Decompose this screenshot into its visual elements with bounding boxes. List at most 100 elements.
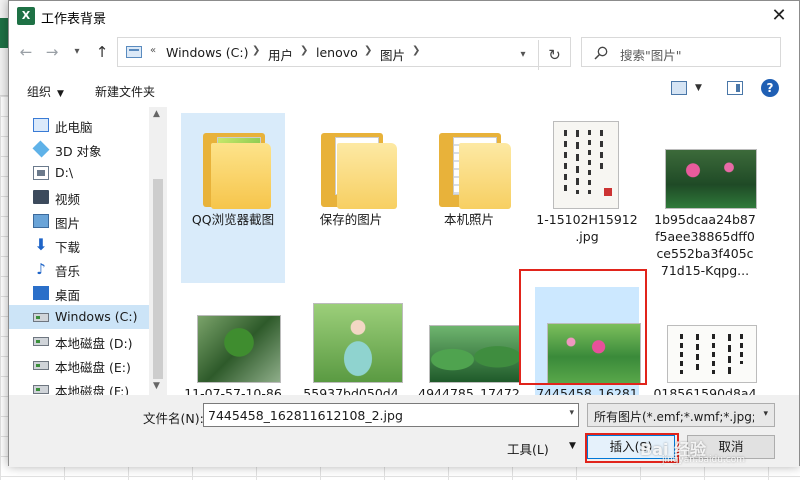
help-icon[interactable]: ?	[761, 79, 779, 97]
nav-item-local-disk-d[interactable]: 本地磁盘 (D:)	[9, 329, 149, 353]
file-list-view: QQ浏览器截图 保存的图片 本机照片 1-15102H15912 .jpg 1b…	[171, 107, 781, 395]
cube-icon	[32, 140, 50, 158]
file-tile-girl-photo-55937[interactable]: 55937bd050d4	[299, 287, 403, 395]
file-tile-saved-pictures[interactable]: 保存的图片	[299, 113, 403, 283]
file-name: 本机照片	[443, 212, 494, 227]
scroll-up-icon[interactable]: ▲	[153, 109, 160, 119]
folder-icon	[307, 121, 397, 209]
up-button[interactable]: ↑	[91, 41, 113, 63]
file-tile-local-photos[interactable]: 本机照片	[417, 113, 521, 283]
breadcrumb-separator-icon[interactable]: ❯	[412, 45, 420, 56]
document-icon	[33, 166, 49, 180]
forward-button[interactable]: →	[41, 41, 63, 63]
nav-item-windows-c[interactable]: Windows (C:)	[9, 305, 149, 329]
back-button[interactable]: ←	[15, 41, 37, 63]
image-thumbnail	[425, 295, 521, 383]
folder-icon	[189, 121, 277, 209]
sheet-background-dialog: X 工作表背景 ✕ ← → ▾ ↑ « Windows (C:) ❯ 用户 ❯ …	[8, 0, 800, 467]
view-options-caret-icon[interactable]: ▼	[695, 83, 702, 93]
file-name: 018561590d8a4	[653, 386, 757, 395]
scroll-down-icon[interactable]: ▼	[153, 381, 160, 391]
file-name: 4944785_17472	[418, 386, 520, 395]
nav-item-pictures[interactable]: 图片	[9, 209, 149, 233]
tools-menu-button[interactable]: 工具(L) ▼	[503, 435, 581, 459]
close-button[interactable]: ✕	[759, 1, 799, 32]
search-placeholder: 搜索"图片"	[620, 48, 682, 63]
chevron-down-icon: ▾	[520, 49, 526, 60]
navigation-pane: 此电脑 3D 对象 D:\ 视频 图片 ⬇ 下载 ♪ 音乐 桌面 Windows…	[9, 107, 167, 395]
file-tile-lotus-leaves-4944785[interactable]: 4944785_17472	[417, 287, 521, 395]
image-thumbnail	[307, 295, 403, 383]
nav-item-music[interactable]: ♪ 音乐	[9, 257, 149, 281]
image-thumbnail	[661, 121, 757, 209]
navigation-pane-scrollbar[interactable]: ▲ ▼	[149, 107, 167, 395]
address-history-dropdown[interactable]: ▾	[514, 40, 532, 70]
file-tile-lotus-pink-7445458[interactable]: 7445458_16281	[535, 287, 641, 395]
nav-item-label: 本地磁盘 (E:)	[55, 360, 131, 375]
nav-item-videos[interactable]: 视频	[9, 185, 149, 209]
nav-item-local-disk-f[interactable]: 本地磁盘 (F:)	[9, 377, 149, 395]
arrow-up-icon: ↑	[95, 43, 109, 61]
breadcrumb-pictures[interactable]: 图片	[380, 45, 405, 64]
picture-icon	[33, 214, 49, 228]
file-tile-calligraphy-018561[interactable]: 018561590d8a4	[653, 287, 757, 395]
change-view-icon[interactable]	[671, 81, 687, 95]
nav-item-label: D:\	[55, 165, 74, 180]
nav-item-downloads[interactable]: ⬇ 下载	[9, 233, 149, 257]
folder-icon	[425, 121, 513, 209]
file-tile-calligraphy-jpg[interactable]: 1-15102H15912 .jpg	[535, 113, 639, 283]
computer-icon	[33, 118, 49, 132]
address-bar[interactable]: « Windows (C:) ❯ 用户 ❯ lenovo ❯ 图片 ❯ ▾ ↻	[117, 37, 571, 70]
scrollbar-thumb[interactable]	[153, 179, 163, 379]
video-icon	[33, 190, 49, 204]
refresh-icon: ↻	[548, 46, 561, 64]
drive-icon	[33, 361, 49, 370]
file-name: 1-15102H15912 .jpg	[536, 212, 638, 244]
baidu-watermark-url: jingyan.baidu.com	[662, 455, 746, 465]
breadcrumb-separator-icon[interactable]: ❯	[364, 45, 372, 56]
nav-item-label: Windows (C:)	[55, 309, 138, 324]
recent-locations-button[interactable]: ▾	[69, 41, 85, 63]
chevron-down-icon[interactable]: ▾	[569, 408, 574, 418]
file-type-value: 所有图片(*.emf;*.wmf;*.jpg;*.jp	[594, 410, 754, 424]
image-thumbnail	[661, 295, 757, 383]
nav-item-this-pc[interactable]: 此电脑	[9, 113, 149, 137]
nav-item-local-disk-e[interactable]: 本地磁盘 (E:)	[9, 353, 149, 377]
file-type-select[interactable]: 所有图片(*.emf;*.wmf;*.jpg;*.jp ▾	[587, 403, 775, 427]
file-tile-lotus-photo-1b95[interactable]: 1b95dcaa24b87f5aee38865dff0ce552ba3f405c…	[653, 113, 757, 283]
breadcrumb-windows-c[interactable]: Windows (C:)	[166, 45, 248, 60]
organize-menu[interactable]: 组织 ▼	[27, 83, 64, 100]
preview-pane-icon[interactable]	[727, 81, 743, 95]
nav-item-d-drive-folder[interactable]: D:\	[9, 161, 149, 185]
file-tile-plant-photo-11-07[interactable]: 11-07-57-10-86	[181, 287, 285, 395]
nav-item-desktop[interactable]: 桌面	[9, 281, 149, 305]
filename-field[interactable]: ▾	[203, 403, 579, 427]
organize-label: 组织	[27, 85, 52, 99]
refresh-button[interactable]: ↻	[538, 40, 570, 70]
file-name: 55937bd050d4	[303, 386, 399, 395]
file-tile-qq-browser-screenshots[interactable]: QQ浏览器截图	[181, 113, 285, 283]
nav-item-3d-objects[interactable]: 3D 对象	[9, 137, 149, 161]
nav-item-label: 本地磁盘 (F:)	[55, 384, 130, 395]
nav-item-label: 图片	[55, 216, 81, 231]
breadcrumb-separator-icon[interactable]: ❯	[300, 45, 308, 56]
nav-item-label: 此电脑	[55, 120, 93, 135]
filename-input[interactable]	[204, 404, 554, 426]
image-thumbnail	[543, 295, 641, 385]
new-folder-button[interactable]: 新建文件夹	[95, 83, 155, 100]
caret-down-icon: ▼	[569, 441, 576, 451]
filename-label: 文件名(N):	[143, 411, 204, 426]
drive-icon	[33, 313, 49, 322]
breadcrumb-separator-icon[interactable]: ❯	[252, 45, 260, 56]
breadcrumb-lenovo[interactable]: lenovo	[316, 45, 358, 60]
address-overflow[interactable]: «	[150, 45, 156, 56]
caret-down-icon: ▼	[57, 89, 64, 99]
location-icon	[126, 46, 142, 58]
title-bar: X 工作表背景 ✕	[9, 1, 799, 32]
nav-item-label: 桌面	[55, 288, 81, 303]
desktop-icon	[33, 286, 49, 300]
breadcrumb-users[interactable]: 用户	[268, 45, 293, 64]
navigation-row: ← → ▾ ↑ « Windows (C:) ❯ 用户 ❯ lenovo ❯ 图…	[9, 35, 799, 71]
file-name: 7445458_16281	[536, 386, 638, 395]
search-box[interactable]: 搜索"图片"	[581, 37, 781, 67]
